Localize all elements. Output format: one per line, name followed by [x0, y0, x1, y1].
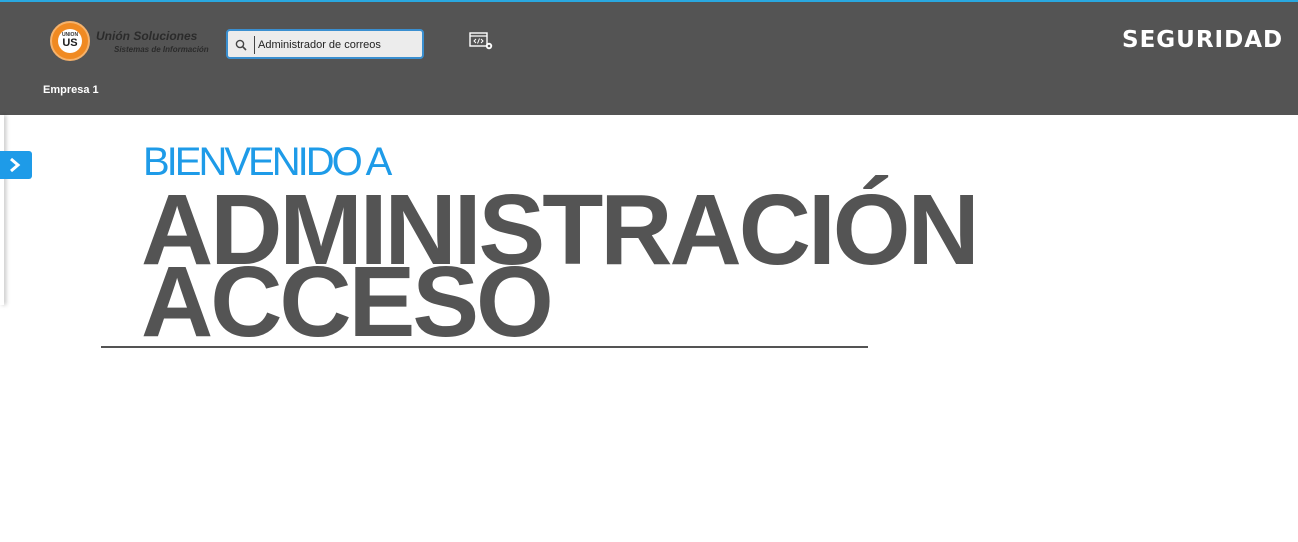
search-icon[interactable] — [235, 39, 247, 51]
page-title-line2: ACCESO — [141, 246, 554, 358]
logo-badge-text: US — [62, 37, 78, 49]
logo-name: Unión Soluciones — [96, 29, 198, 43]
company-logo[interactable]: UNION US Unión Soluciones Sistemas de In… — [50, 21, 210, 65]
company-selector[interactable]: Empresa 1 — [43, 84, 99, 96]
logo-badge: UNION US — [50, 21, 90, 61]
app-header: UNION US Unión Soluciones Sistemas de In… — [0, 2, 1298, 115]
chevron-right-icon — [10, 158, 21, 172]
title-underline — [101, 346, 868, 348]
brand-logo: SEGURIDAD — [1122, 27, 1284, 53]
search-input[interactable] — [258, 35, 418, 55]
code-settings-icon[interactable] — [469, 31, 495, 53]
search-box[interactable] — [226, 29, 424, 59]
sidebar-edge — [0, 115, 4, 305]
logo-subtitle: Sistemas de Información — [114, 45, 209, 54]
search-divider — [254, 36, 255, 54]
sidebar-toggle-button[interactable] — [0, 151, 32, 179]
